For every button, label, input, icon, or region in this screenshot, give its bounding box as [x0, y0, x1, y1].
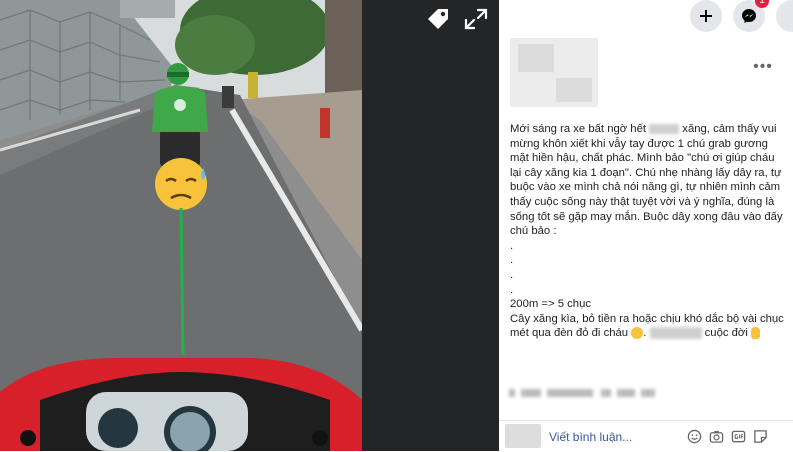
tag-icon — [428, 9, 448, 29]
post-details-panel: 1 ••• Mới sáng ra xe bất ngờ hết xăng, c… — [499, 0, 793, 451]
camera-icon[interactable] — [709, 429, 724, 444]
crying-emoji-icon — [631, 327, 644, 340]
ellipsis-line: . — [510, 239, 514, 252]
post-paragraph: Mới sáng ra xe bất ngờ hết xăng, cảm thấ… — [510, 123, 783, 238]
avatar — [505, 424, 541, 448]
hydrant — [320, 108, 330, 138]
account-button[interactable] — [776, 0, 793, 32]
post-photo[interactable] — [0, 0, 362, 451]
ellipsis-line: . — [510, 254, 514, 267]
sticker-icon[interactable] — [753, 429, 768, 444]
price-line: 200m => 5 chục — [510, 298, 592, 311]
post-body: Mới sáng ra xe bất ngờ hết xăng, cảm thấ… — [510, 122, 786, 341]
overpass-beam — [120, 0, 175, 18]
tag-photo-button[interactable] — [424, 6, 452, 32]
photo-viewer-background — [362, 0, 499, 451]
messenger-icon — [742, 9, 756, 23]
censored-word — [649, 327, 702, 340]
comment-input[interactable]: Viết bình luận... — [549, 430, 632, 444]
ellipsis-line: . — [510, 283, 514, 296]
notification-badge: 1 — [755, 0, 769, 8]
author-avatar-blurred[interactable] — [510, 38, 598, 107]
tow-rope — [179, 207, 185, 356]
hand-emoji-icon — [750, 327, 760, 340]
gif-icon[interactable] — [731, 429, 746, 444]
comment-composer: Viết bình luận... — [499, 420, 793, 452]
scooter-front — [0, 358, 362, 451]
censored-word — [649, 124, 680, 135]
expand-icon — [464, 8, 488, 30]
plus-icon — [700, 10, 712, 22]
post-options-button[interactable]: ••• — [750, 59, 776, 78]
create-button[interactable] — [690, 0, 722, 32]
sweat-emoji — [155, 158, 207, 210]
messenger-button[interactable]: 1 — [733, 0, 769, 32]
blurred-reactions-text — [509, 386, 657, 400]
photo-illustration — [0, 0, 362, 451]
emoji-icon[interactable] — [687, 429, 702, 444]
closing-paragraph: Cây xăng kìa, bỏ tiền ra hoặc chịu khó d… — [510, 312, 784, 340]
ellipsis-line: . — [510, 268, 514, 281]
fullscreen-button[interactable] — [462, 6, 490, 32]
